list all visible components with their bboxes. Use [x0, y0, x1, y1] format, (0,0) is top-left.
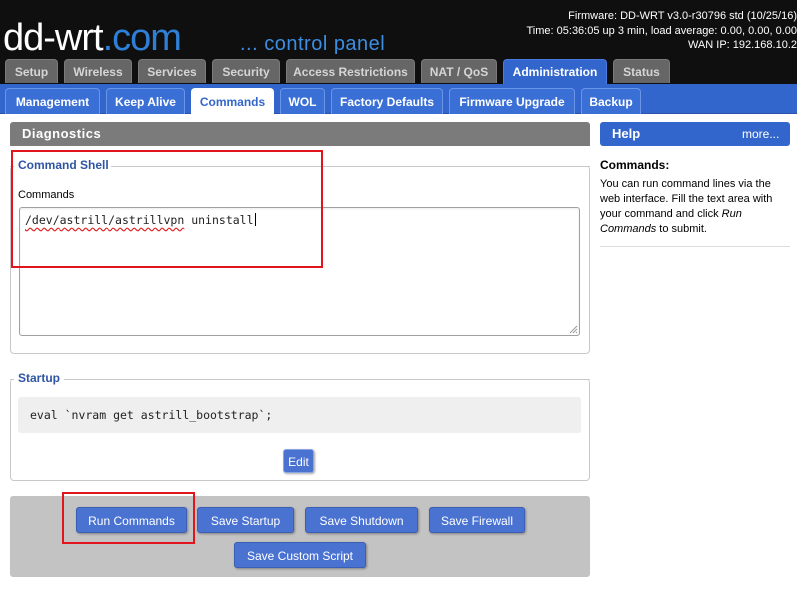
- help-heading: Commands:: [600, 158, 670, 172]
- logo-text-ddwrt: dd-wrt: [3, 17, 104, 59]
- tab-security[interactable]: Security: [212, 59, 280, 83]
- page-title: Diagnostics: [10, 122, 590, 146]
- save-shutdown-button[interactable]: Save Shutdown: [305, 507, 418, 533]
- subtab-firmware-upgrade[interactable]: Firmware Upgrade: [449, 88, 575, 114]
- firmware-version: Firmware: DD-WRT v3.0-r30796 std (10/25/…: [568, 10, 797, 22]
- save-firewall-button[interactable]: Save Firewall: [429, 507, 525, 533]
- highlight-box-run-commands: [62, 492, 195, 544]
- help-more-link[interactable]: more...: [742, 122, 779, 147]
- fieldset-border: [10, 379, 14, 380]
- help-body: You can run command lines via the web in…: [600, 177, 792, 237]
- save-startup-button[interactable]: Save Startup: [197, 507, 294, 533]
- startup-script: eval `nvram get astrill_bootstrap`;: [18, 397, 581, 433]
- subtab-factory-defaults[interactable]: Factory Defaults: [331, 88, 443, 114]
- save-custom-script-button[interactable]: Save Custom Script: [234, 542, 366, 568]
- fieldset-border: [64, 379, 590, 380]
- resize-grip-icon[interactable]: [568, 324, 578, 334]
- startup-legend: Startup: [16, 371, 62, 385]
- tab-services[interactable]: Services: [138, 59, 206, 83]
- help-divider: [600, 246, 790, 247]
- tab-status[interactable]: Status: [613, 59, 670, 83]
- router-info: Firmware: DD-WRT v3.0-r30796 std (10/25/…: [527, 9, 797, 53]
- uptime-load: Time: 05:36:05 up 3 min, load average: 0…: [526, 24, 797, 37]
- subtab-keep-alive[interactable]: Keep Alive: [106, 88, 185, 114]
- help-text: to submit.: [656, 223, 707, 235]
- tab-wireless[interactable]: Wireless: [64, 59, 132, 83]
- help-text: You can run command lines via the web in…: [600, 178, 773, 220]
- ddwrt-logo[interactable]: dd-wrt.com: [3, 17, 182, 60]
- tab-setup[interactable]: Setup: [5, 59, 58, 83]
- subtab-management[interactable]: Management: [5, 88, 100, 114]
- subtab-backup[interactable]: Backup: [581, 88, 641, 114]
- edit-button[interactable]: Edit: [283, 449, 314, 473]
- subtab-commands[interactable]: Commands: [191, 88, 274, 114]
- subtab-wol[interactable]: WOL: [280, 88, 325, 114]
- highlight-box-command-shell: [11, 150, 323, 268]
- tab-nat-qos[interactable]: NAT / QoS: [421, 59, 497, 83]
- tab-access-restrictions[interactable]: Access Restrictions: [286, 59, 415, 83]
- logo-text-com: .com: [102, 17, 182, 59]
- control-panel-subtitle: ... control panel: [240, 33, 386, 55]
- wan-ip: WAN IP: 192.168.10.2: [687, 39, 797, 51]
- tab-administration[interactable]: Administration: [503, 59, 607, 84]
